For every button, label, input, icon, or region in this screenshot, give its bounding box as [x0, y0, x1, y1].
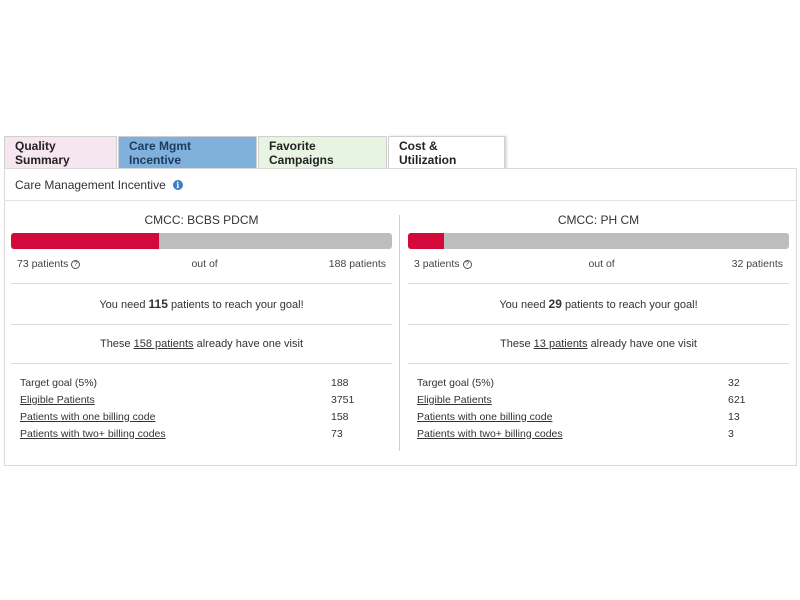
one-billing-code-link[interactable]: Patients with one billing code: [20, 411, 331, 423]
goal-count: 32 patients: [731, 258, 783, 270]
stat-value: 621: [728, 393, 746, 406]
visit-message-prefix: These: [500, 338, 531, 350]
goal-message-prefix: You need: [499, 299, 546, 311]
tab-bar: Quality Summary Care Mgmt Incentive Favo…: [4, 136, 505, 169]
needed-count: 115: [148, 297, 168, 311]
progress-counts: 3 patients? out of 32 patients: [408, 258, 789, 270]
program-title: CMCC: PH CM: [557, 213, 640, 227]
divider: [408, 363, 789, 364]
visit-message-suffix: already have one visit: [196, 338, 304, 350]
visit-message: These 13 patients already have one visit: [408, 325, 789, 363]
visit-message-suffix: already have one visit: [590, 338, 697, 350]
stat-value: 158: [331, 410, 349, 423]
stat-row-one-billing-code: Patients with one billing code 158: [11, 408, 392, 425]
one-billing-code-link[interactable]: Patients with one billing code: [417, 411, 728, 423]
current-count-text: 3 patients: [414, 258, 460, 270]
stat-value: 73: [331, 427, 343, 440]
eligible-patients-link[interactable]: Eligible Patients: [417, 394, 728, 406]
stats-table: Target goal (5%) 188 Eligible Patients 3…: [11, 374, 392, 442]
current-count: 73 patients?: [17, 258, 81, 270]
stat-row-target-goal: Target goal (5%) 188: [11, 374, 392, 391]
tab-care-mgmt-incentive[interactable]: Care Mgmt Incentive: [118, 136, 257, 169]
two-billing-codes-link[interactable]: Patients with two+ billing codes: [20, 428, 331, 440]
one-visit-patients-link[interactable]: 158 patients: [134, 338, 194, 350]
goal-message-suffix: patients to reach your goal!: [170, 299, 304, 311]
out-of-label: out of: [588, 258, 615, 270]
two-billing-codes-link[interactable]: Patients with two+ billing codes: [417, 428, 728, 440]
stat-row-eligible-patients: Eligible Patients 3751: [11, 391, 392, 408]
stat-value: 32: [728, 376, 740, 389]
stat-row-two-billing-codes: Patients with two+ billing codes 73: [11, 425, 392, 442]
stat-row-one-billing-code: Patients with one billing code 13: [408, 408, 789, 425]
goal-count: 188 patients: [328, 258, 386, 270]
column-divider: [399, 215, 400, 451]
progress-counts: 73 patients? out of 188 patients: [11, 258, 392, 270]
stat-value: 13: [728, 410, 740, 423]
progress-bar: [11, 233, 392, 249]
goal-message: You need 29 patients to reach your goal!: [408, 284, 789, 324]
eligible-patients-link[interactable]: Eligible Patients: [20, 394, 331, 406]
needed-count: 29: [548, 297, 562, 311]
program-card-bcbs-pdcm: CMCC: BCBS PDCM 73 patients? out of 188 …: [11, 202, 392, 442]
progress-bar-fill: [11, 233, 159, 249]
current-count: 3 patients?: [414, 258, 472, 270]
goal-message-prefix: You need: [99, 299, 146, 311]
visit-message: These 158 patients already have one visi…: [11, 325, 392, 363]
stat-value: 3: [728, 427, 734, 440]
stat-row-eligible-patients: Eligible Patients 621: [408, 391, 789, 408]
out-of-label: out of: [191, 258, 218, 270]
panel-title: Care Management Incentive: [15, 177, 166, 192]
one-visit-patients-link[interactable]: 13 patients: [534, 338, 588, 350]
current-count-text: 73 patients: [17, 258, 69, 270]
question-circle-icon[interactable]: ?: [462, 259, 472, 269]
stat-value: 188: [331, 376, 349, 389]
program-title: CMCC: BCBS PDCM: [144, 213, 259, 227]
program-card-ph-cm: CMCC: PH CM 3 patients? out of 32 patien…: [408, 202, 789, 442]
goal-message-suffix: patients to reach your goal!: [564, 299, 698, 311]
visit-message-prefix: These: [99, 338, 131, 350]
stats-table: Target goal (5%) 32 Eligible Patients 62…: [408, 374, 789, 442]
tab-quality-summary[interactable]: Quality Summary: [4, 136, 117, 169]
care-management-panel: Care Management Incentive i CMCC: BCBS P…: [4, 168, 797, 466]
goal-message: You need 115 patients to reach your goal…: [11, 284, 392, 324]
stat-label: Target goal (5%): [20, 376, 98, 389]
question-circle-icon[interactable]: ?: [71, 259, 81, 269]
stat-value: 3751: [331, 393, 355, 406]
stat-row-two-billing-codes: Patients with two+ billing codes 3: [408, 425, 789, 442]
progress-bar: [408, 233, 789, 249]
stat-row-target-goal: Target goal (5%) 32: [408, 374, 789, 391]
stat-label: Target goal (5%): [417, 376, 495, 389]
panel-header: Care Management Incentive i: [5, 169, 796, 201]
info-icon[interactable]: i: [172, 179, 183, 190]
tab-favorite-campaigns[interactable]: Favorite Campaigns: [258, 136, 387, 169]
tab-cost-utilization[interactable]: Cost & Utilization: [388, 136, 505, 169]
progress-bar-fill: [408, 233, 444, 249]
divider: [11, 363, 392, 364]
